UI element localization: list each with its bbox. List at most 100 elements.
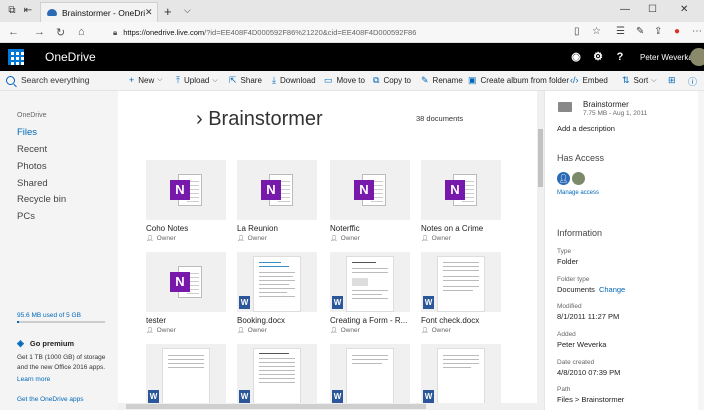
file-tile[interactable]: W bbox=[146, 344, 226, 404]
rename-button[interactable]: ✎ Rename bbox=[421, 75, 463, 86]
grid-view-icon: ⊞ bbox=[668, 75, 676, 85]
upload-button[interactable]: ⤒ Upload ⌵ bbox=[176, 75, 218, 86]
more-icon[interactable]: ⋯ bbox=[692, 26, 702, 37]
horizontal-scrollbar[interactable] bbox=[118, 403, 537, 410]
move-icon: ▭ bbox=[324, 75, 333, 85]
info-icon: ⓘ bbox=[688, 77, 698, 87]
file-tile[interactable]: W bbox=[421, 344, 501, 404]
file-name: Coho Notes bbox=[146, 224, 189, 233]
view-toggle-button[interactable]: ⊞ bbox=[668, 75, 680, 86]
person-icon: 👤︎ bbox=[421, 328, 429, 334]
sidebar-item-files[interactable]: Files bbox=[17, 127, 37, 138]
copy-to-button[interactable]: ⧉ Copy to bbox=[373, 75, 411, 86]
notifications-icon[interactable]: ◉ bbox=[568, 49, 584, 65]
word-icon: W bbox=[423, 390, 434, 403]
new-button[interactable]: + New ⌵ bbox=[129, 75, 163, 85]
forward-arrow-icon[interactable]: → bbox=[34, 26, 45, 38]
close-window-icon[interactable]: ✕ bbox=[680, 4, 688, 15]
file-name: Booking.docx bbox=[237, 316, 286, 325]
pencil-icon: ✎ bbox=[421, 75, 429, 85]
scroll-thumb[interactable] bbox=[126, 404, 426, 409]
back-arrow-icon[interactable]: ← bbox=[8, 26, 19, 38]
sidebar-item-shared[interactable]: Shared bbox=[17, 178, 48, 189]
chevron-down-icon[interactable]: ⌵ bbox=[184, 5, 191, 16]
app-name[interactable]: OneDrive bbox=[45, 50, 96, 64]
file-tile[interactable]: W Font check.docx 👤︎ Owner bbox=[421, 252, 501, 334]
main-scrollbar[interactable] bbox=[537, 91, 544, 410]
document-preview bbox=[346, 256, 394, 312]
share-icon[interactable]: ⇪ bbox=[654, 26, 662, 37]
has-access-heading: Has Access bbox=[557, 153, 605, 163]
help-icon[interactable]: ? bbox=[612, 49, 628, 65]
maximize-icon[interactable]: ☐ bbox=[648, 4, 657, 15]
move-to-button[interactable]: ▭ Move to bbox=[324, 75, 365, 86]
owner-label: Owner bbox=[156, 327, 176, 334]
home-icon[interactable]: ⌂ bbox=[78, 26, 85, 38]
set-aside-tabs-icon[interactable]: ⇤ bbox=[22, 5, 34, 17]
url-field[interactable]: 🔒︎ https://onedrive.live.com/?id=EE408F4… bbox=[113, 25, 563, 40]
new-tab-icon[interactable]: + bbox=[164, 4, 172, 19]
go-premium-link[interactable]: ◈ Go premium bbox=[17, 338, 74, 349]
chevron-down-icon: ⌵ bbox=[157, 76, 163, 83]
storage-bar-fill bbox=[17, 321, 19, 323]
details-item-meta: 7.75 MB - Aug 1, 2011 bbox=[583, 110, 648, 117]
sidebar-item-recent[interactable]: Recent bbox=[17, 144, 47, 155]
sort-label: Sort bbox=[633, 76, 649, 85]
favorite-star-icon[interactable]: ☆ bbox=[592, 26, 601, 37]
sidebar-item-pcs[interactable]: PCs bbox=[17, 211, 35, 222]
file-tile[interactable]: N Notes on a Crime 👤︎ Owner bbox=[421, 160, 501, 242]
date-created-label: Date created bbox=[557, 359, 595, 366]
app-launcher-icon[interactable] bbox=[8, 49, 24, 65]
close-tab-icon[interactable]: ✕ bbox=[145, 7, 157, 18]
file-tile[interactable]: N Noterffic 👤︎ Owner bbox=[330, 160, 410, 242]
reading-view-icon[interactable]: ▯ bbox=[574, 26, 580, 37]
user-name[interactable]: Peter Weverka bbox=[640, 53, 693, 62]
embed-button[interactable]: ‹/› Embed bbox=[570, 75, 608, 85]
sidebar-item-recycle-bin[interactable]: Recycle bin bbox=[17, 194, 66, 205]
storage-usage[interactable]: 95.6 MB used of 5 GB bbox=[17, 312, 81, 319]
manage-access-link[interactable]: Manage access bbox=[557, 190, 599, 196]
file-name: Font check.docx bbox=[421, 316, 480, 325]
details-pane-button[interactable]: ⓘ bbox=[688, 75, 701, 88]
create-album-button[interactable]: ▣ Create album from folder bbox=[468, 75, 569, 86]
details-pane: Brainstormer 7.75 MB - Aug 1, 2011 Add a… bbox=[544, 91, 704, 410]
owner-label: Owner bbox=[247, 327, 267, 334]
access-avatars[interactable]: 👤︎ bbox=[557, 172, 585, 185]
file-tile[interactable]: W Booking.docx 👤︎ Owner bbox=[237, 252, 317, 334]
added-value: Peter Weverka bbox=[557, 340, 607, 349]
gear-icon[interactable]: ⚙ bbox=[590, 49, 606, 65]
browser-tab[interactable]: Brainstormer - OneDriv ✕ bbox=[40, 2, 158, 22]
download-button[interactable]: ⤓ Download bbox=[272, 75, 316, 86]
refresh-icon[interactable]: ↻ bbox=[56, 26, 65, 39]
change-link[interactable]: Change bbox=[599, 285, 625, 294]
file-tile[interactable]: N tester 👤︎ Owner bbox=[146, 252, 226, 334]
favorites-hub-icon[interactable]: ☰ bbox=[616, 26, 625, 37]
minimize-icon[interactable]: — bbox=[620, 4, 630, 15]
avatar[interactable] bbox=[690, 48, 704, 66]
file-tile[interactable]: W Creating a Form - R... 👤︎ Owner bbox=[330, 252, 410, 334]
share-button[interactable]: ⇱ Share bbox=[229, 75, 262, 86]
file-tile[interactable]: W bbox=[237, 344, 317, 404]
learn-more-link[interactable]: Learn more bbox=[17, 376, 50, 383]
document-preview bbox=[437, 348, 485, 404]
chevron-down-icon: ⌵ bbox=[651, 76, 657, 84]
get-apps-link[interactable]: Get the OneDrive apps bbox=[17, 396, 83, 403]
details-scrollbar[interactable] bbox=[698, 91, 704, 410]
scroll-thumb[interactable] bbox=[538, 129, 543, 187]
owner-label: Owner bbox=[340, 327, 360, 334]
web-note-icon[interactable]: ✎ bbox=[636, 26, 644, 37]
file-tile[interactable]: N Coho Notes 👤︎ Owner bbox=[146, 160, 226, 242]
extension-icon[interactable]: ● bbox=[674, 26, 680, 37]
breadcrumb[interactable]: › Brainstormer bbox=[196, 108, 323, 131]
file-thumbnail: W bbox=[421, 252, 501, 312]
add-description-field[interactable]: Add a description bbox=[557, 124, 615, 133]
sort-button[interactable]: ⇅ Sort ⌵ bbox=[622, 75, 657, 86]
sidebar-item-photos[interactable]: Photos bbox=[17, 161, 47, 172]
path-value[interactable]: Files > Brainstormer bbox=[557, 395, 624, 404]
file-tile[interactable]: W bbox=[330, 344, 410, 404]
tab-preview-icon[interactable]: ⧉ bbox=[6, 5, 18, 17]
file-owner: 👤︎ Owner bbox=[146, 235, 176, 242]
search-box[interactable]: Search everything bbox=[6, 75, 110, 85]
added-label: Added bbox=[557, 331, 576, 338]
file-tile[interactable]: N La Reunion 👤︎ Owner bbox=[237, 160, 317, 242]
